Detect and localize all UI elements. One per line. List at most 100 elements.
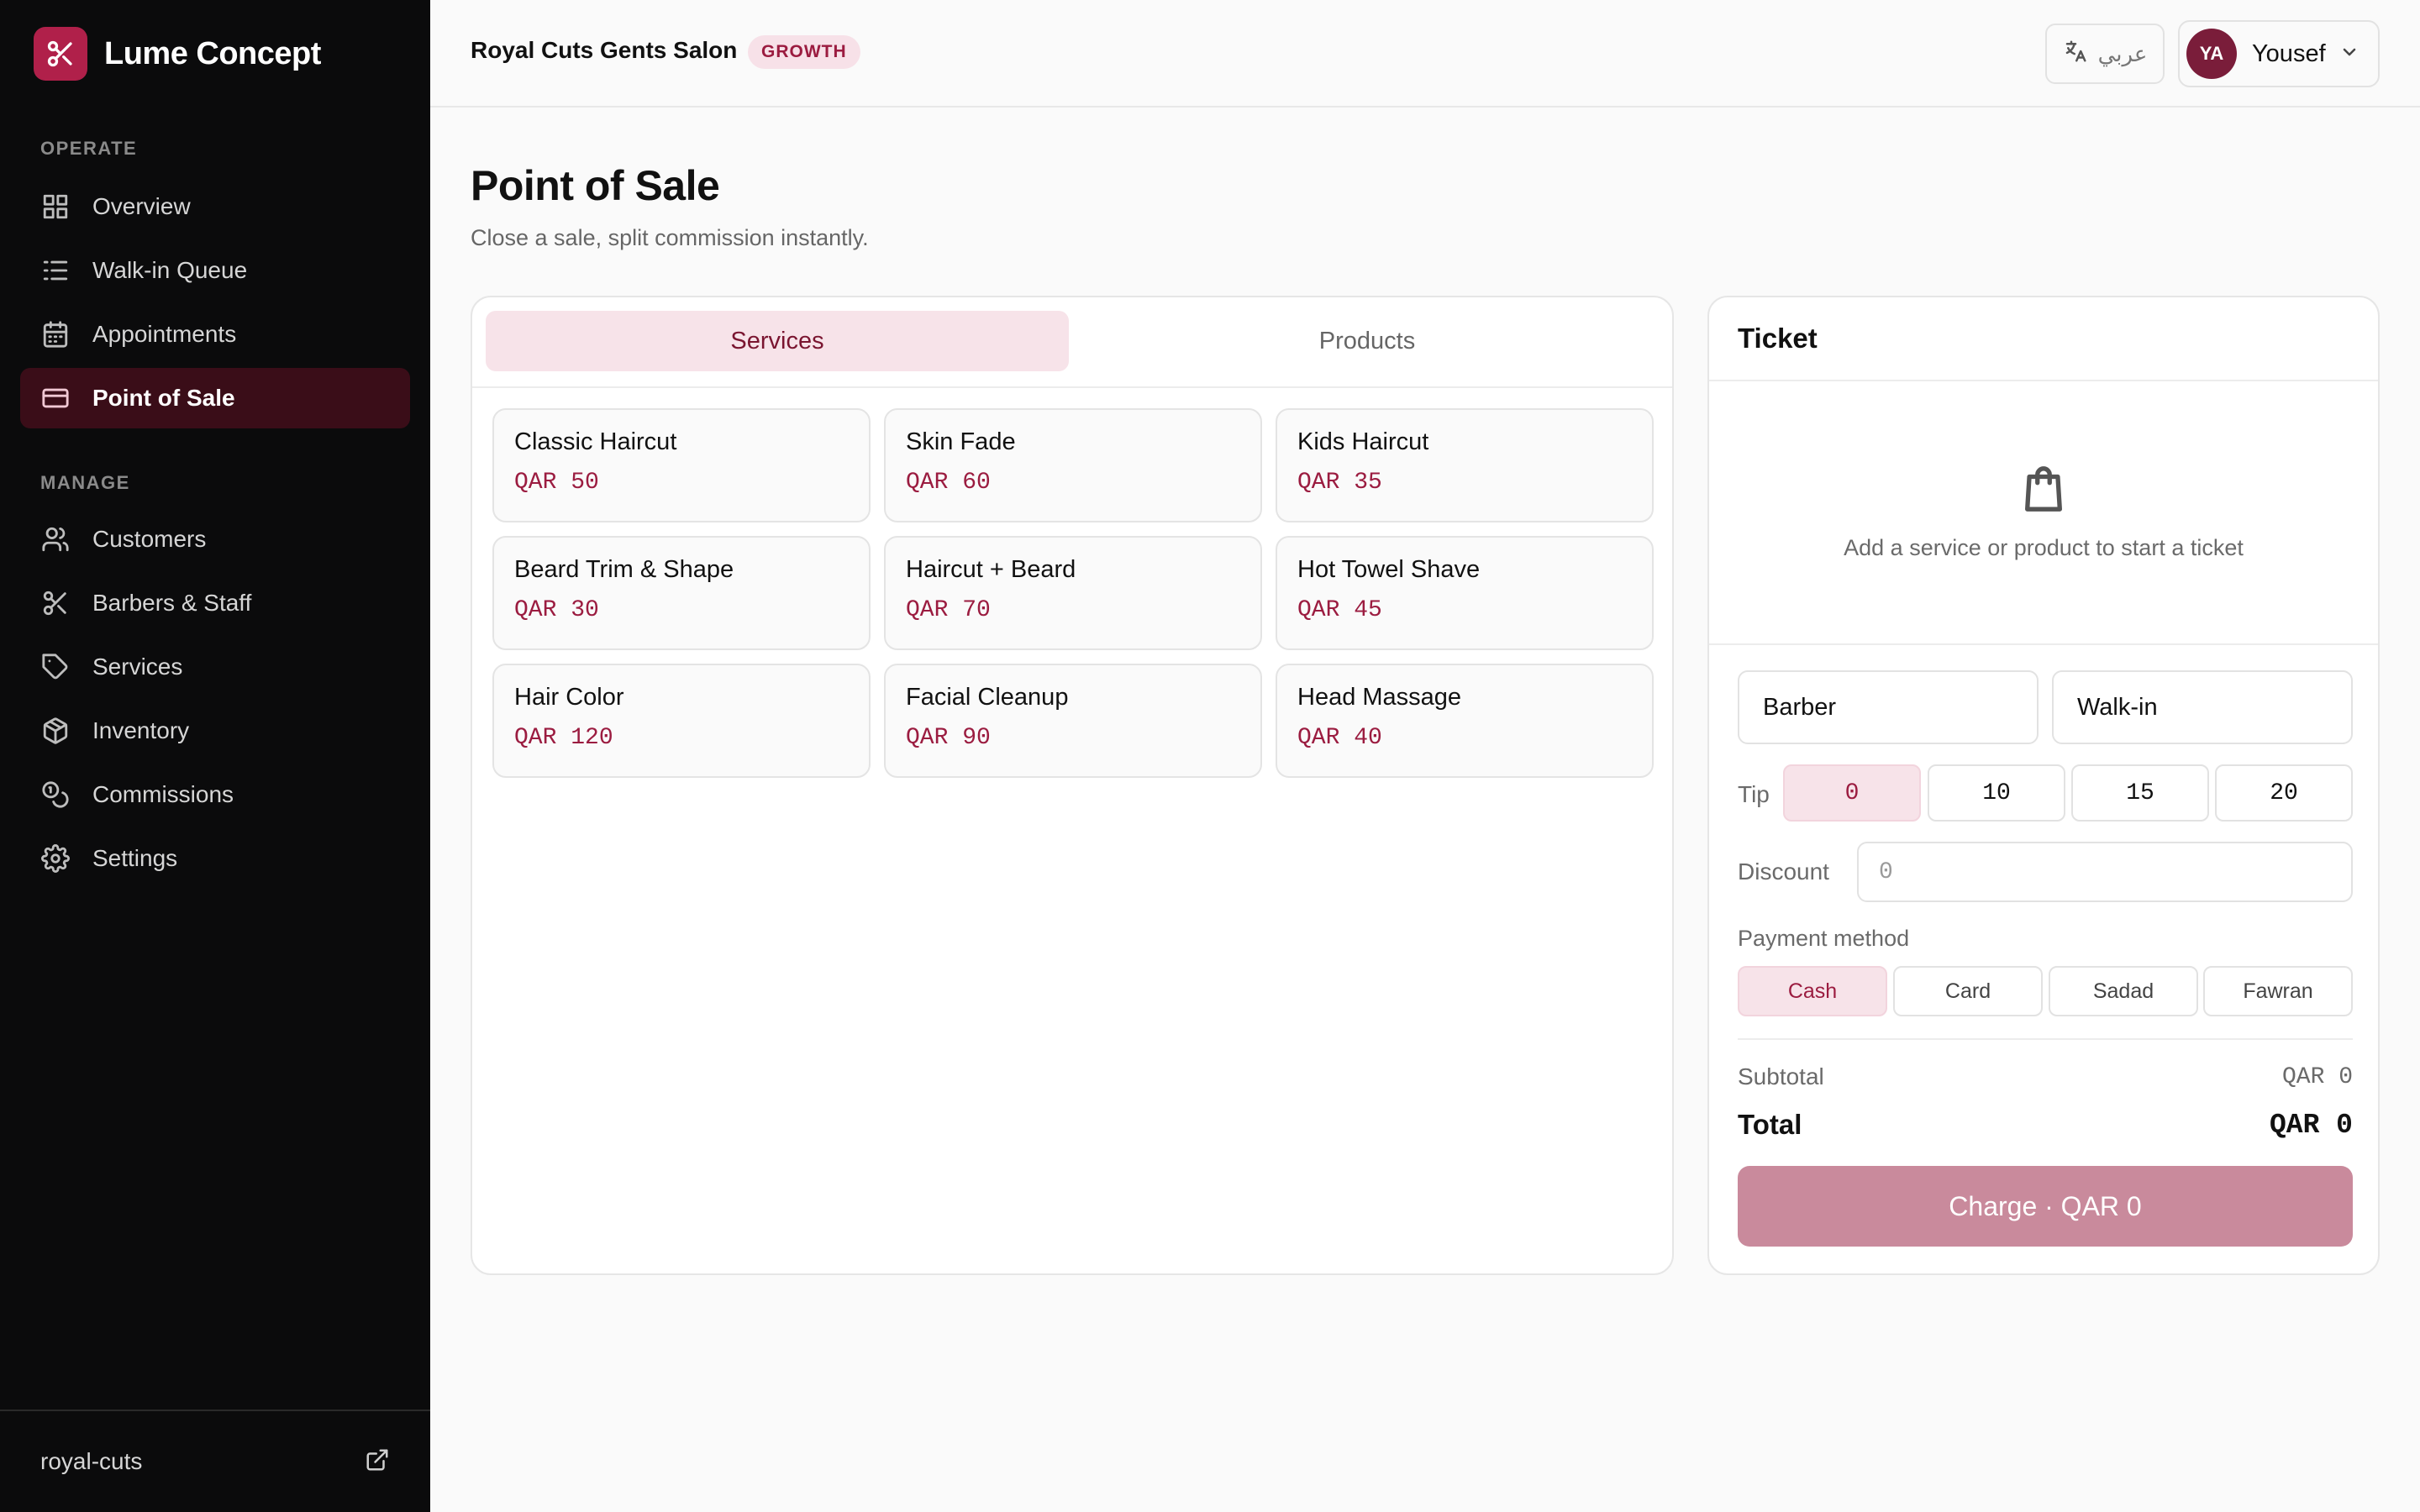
language-toggle-button[interactable]: عربي — [2045, 24, 2165, 84]
item-name: Head Massage — [1297, 684, 1462, 711]
empty-message: Add a service or product to start a tick… — [1844, 535, 2244, 560]
sidebar-item-point-of-sale[interactable]: Point of Sale — [20, 368, 410, 428]
charge-button[interactable]: Charge · QAR 0 — [1738, 1166, 2353, 1247]
sidebar-item-label: Inventory — [92, 717, 190, 743]
tenant-slug: royal-cuts — [40, 1448, 143, 1474]
catalog-item-classic-haircut[interactable]: Classic Haircut QAR 50 — [492, 408, 871, 522]
payment-card-button[interactable]: Card — [1893, 966, 2043, 1016]
tip-label: Tip — [1738, 781, 1770, 807]
catalog-item-hot-towel-shave[interactable]: Hot Towel Shave QAR 45 — [1276, 536, 1654, 650]
section-label-operate: OPERATE — [40, 138, 138, 159]
item-name: Skin Fade — [906, 428, 1016, 455]
plan-badge: GROWTH — [748, 35, 860, 69]
coins-icon — [40, 780, 71, 810]
top-header: Royal Cuts Gents Salon GROWTH عربي YA Yo… — [430, 0, 2420, 108]
sidebar-item-label: Walk-in Queue — [92, 257, 248, 283]
sidebar-item-label: Settings — [92, 845, 178, 871]
ticket-empty-state: Add a service or product to start a tick… — [1709, 462, 2378, 561]
sidebar-item-services[interactable]: Services — [20, 637, 410, 697]
credit-card-icon — [40, 383, 71, 413]
catalog-item-hair-color[interactable]: Hair Color QAR 120 — [492, 664, 871, 778]
user-menu-button[interactable]: YA Yousef — [2178, 20, 2380, 87]
catalog-item-head-massage[interactable]: Head Massage QAR 40 — [1276, 664, 1654, 778]
item-price: QAR 50 — [514, 470, 599, 496]
payment-sadad-button[interactable]: Sadad — [2049, 966, 2198, 1016]
sidebar-item-barbers-staff[interactable]: Barbers & Staff — [20, 573, 410, 633]
sidebar-item-inventory[interactable]: Inventory — [20, 701, 410, 761]
catalog-item-kids-haircut[interactable]: Kids Haircut QAR 35 — [1276, 408, 1654, 522]
calendar-icon — [40, 319, 71, 349]
discount-input[interactable]: 0 — [1857, 842, 2353, 902]
divider — [1709, 380, 2378, 381]
sidebar-item-overview[interactable]: Overview — [20, 176, 410, 237]
users-icon — [40, 524, 71, 554]
tip-option-20[interactable]: 20 — [2215, 764, 2353, 822]
tag-icon — [40, 652, 71, 682]
item-price: QAR 30 — [514, 597, 599, 623]
tab-services[interactable]: Services — [486, 311, 1069, 371]
subtotal-row: Subtotal QAR 0 — [1738, 1063, 2353, 1090]
sidebar: Lume Concept OPERATE Overview Walk-in Qu… — [0, 0, 430, 1512]
sidebar-item-label: Commissions — [92, 781, 234, 807]
external-link-icon[interactable] — [365, 1447, 390, 1477]
total-value: QAR 0 — [2269, 1109, 2353, 1141]
item-name: Classic Haircut — [514, 428, 677, 455]
ticket-title: Ticket — [1738, 323, 1818, 354]
section-label-manage: MANAGE — [40, 472, 130, 493]
item-name: Beard Trim & Shape — [514, 556, 734, 583]
item-price: QAR 70 — [906, 597, 991, 623]
brand[interactable]: Lume Concept — [34, 27, 321, 81]
language-label: عربي — [2097, 40, 2148, 66]
item-name: Hair Color — [514, 684, 624, 711]
page-title: Point of Sale — [471, 162, 720, 209]
sidebar-item-appointments[interactable]: Appointments — [20, 304, 410, 365]
item-price: QAR 40 — [1297, 725, 1382, 751]
translate-icon — [2063, 39, 2088, 70]
sidebar-item-walk-in-queue[interactable]: Walk-in Queue — [20, 240, 410, 301]
user-name: Yousef — [2252, 39, 2326, 67]
payment-cash-button[interactable]: Cash — [1738, 966, 1887, 1016]
item-name: Haircut + Beard — [906, 556, 1076, 583]
total-label: Total — [1738, 1109, 1802, 1140]
catalog-item-haircut-beard[interactable]: Haircut + Beard QAR 70 — [884, 536, 1262, 650]
payment-fawran-button[interactable]: Fawran — [2203, 966, 2353, 1016]
sidebar-item-label: Services — [92, 654, 183, 680]
discount-label: Discount — [1738, 858, 1829, 885]
catalog-item-beard-trim[interactable]: Beard Trim & Shape QAR 30 — [492, 536, 871, 650]
sidebar-item-customers[interactable]: Customers — [20, 509, 410, 570]
catalog-panel: Services Products Classic Haircut QAR 50… — [471, 296, 1674, 1275]
sidebar-item-label: Point of Sale — [92, 385, 235, 411]
avatar: YA — [2186, 29, 2237, 79]
sidebar-item-label: Barbers & Staff — [92, 590, 252, 616]
tip-option-10[interactable]: 10 — [1928, 764, 2065, 822]
customer-select[interactable]: Walk-in — [2052, 670, 2353, 744]
sidebar-item-settings[interactable]: Settings — [20, 828, 410, 889]
catalog-grid: Classic Haircut QAR 50 Skin Fade QAR 60 … — [492, 408, 1654, 778]
catalog-tabs: Services Products — [472, 297, 1672, 388]
ticket-panel: Ticket Add a service or product to start… — [1707, 296, 2380, 1275]
catalog-item-skin-fade[interactable]: Skin Fade QAR 60 — [884, 408, 1262, 522]
package-icon — [40, 716, 71, 746]
sidebar-item-commissions[interactable]: Commissions — [20, 764, 410, 825]
catalog-item-facial-cleanup[interactable]: Facial Cleanup QAR 90 — [884, 664, 1262, 778]
grid-icon — [40, 192, 71, 222]
payment-method-label: Payment method — [1738, 926, 1910, 951]
app-name: Lume Concept — [104, 35, 321, 71]
tip-option-0[interactable]: 0 — [1783, 764, 1921, 822]
sidebar-item-label: Appointments — [92, 321, 237, 347]
divider — [1738, 1038, 2353, 1040]
tip-option-15[interactable]: 15 — [2071, 764, 2209, 822]
gear-icon — [40, 843, 71, 874]
barber-select[interactable]: Barber — [1738, 670, 2039, 744]
sidebar-item-label: Customers — [92, 526, 207, 552]
page-subtitle: Close a sale, split commission instantly… — [471, 225, 869, 250]
item-name: Kids Haircut — [1297, 428, 1429, 455]
salon-name: Royal Cuts Gents Salon — [471, 37, 738, 63]
shopping-bag-icon — [2019, 466, 2068, 519]
subtotal-value: QAR 0 — [2281, 1063, 2353, 1090]
sidebar-footer: royal-cuts — [0, 1410, 430, 1512]
tab-products[interactable]: Products — [1076, 311, 1659, 371]
scissors-icon — [40, 588, 71, 618]
item-name: Hot Towel Shave — [1297, 556, 1481, 583]
list-icon — [40, 255, 71, 286]
